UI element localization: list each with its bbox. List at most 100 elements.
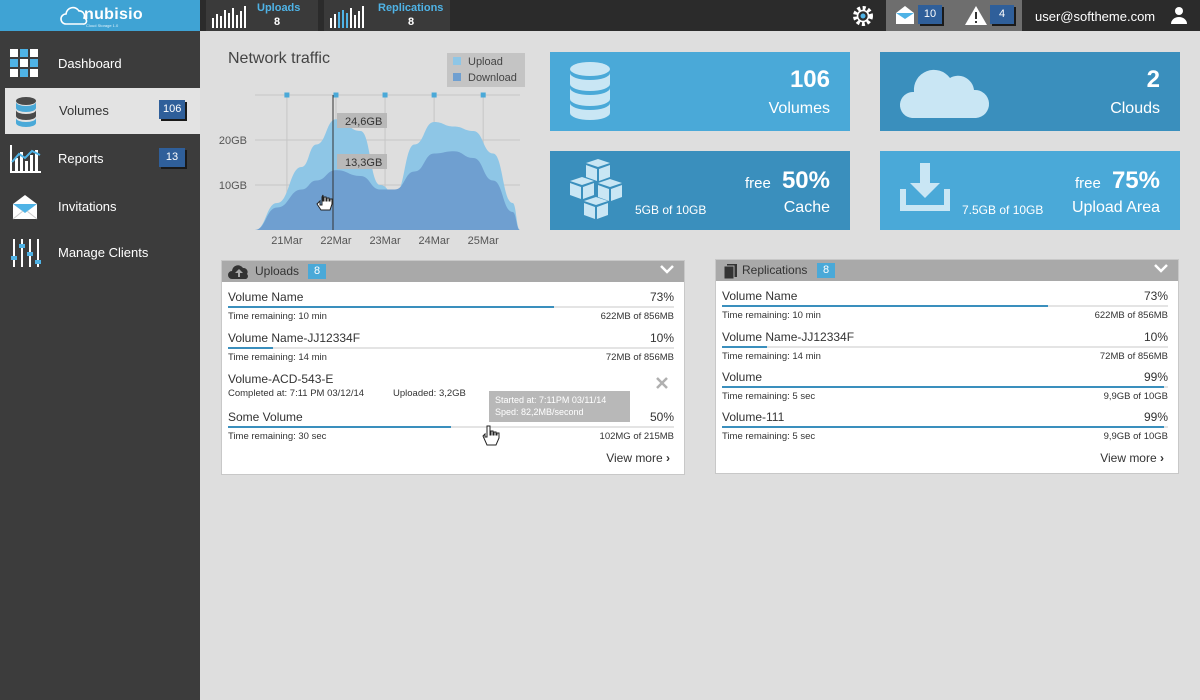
x-marker[interactable]	[382, 92, 388, 98]
x-tick-label: 23Mar	[369, 235, 401, 247]
row-name: Volume-ACD-543-E	[228, 372, 334, 386]
x-marker[interactable]	[284, 92, 290, 98]
row-time-remaining: Time remaining: 30 sec	[228, 431, 327, 442]
chevron-right-icon: ›	[666, 451, 670, 465]
legend-upload-label: Upload	[468, 56, 503, 68]
clouds-tile[interactable]: 2 Clouds	[880, 52, 1180, 131]
cubes-icon	[570, 159, 622, 219]
replication-row[interactable]: Volume 99% Time remaining: 5 sec 9,9GB o…	[722, 370, 1168, 410]
volumes-label: Volumes	[768, 100, 830, 117]
upload-area-tile[interactable]: free 75% 7.5GB of 10GB Upload Area	[880, 151, 1180, 230]
hand-cursor-icon	[482, 425, 500, 446]
brand-tagline: Cloud Storage 1.0	[86, 23, 119, 28]
replication-row[interactable]: Volume Name 73% Time remaining: 10 min 6…	[722, 289, 1168, 329]
row-time-remaining: Time remaining: 10 min	[722, 310, 821, 321]
row-name: Volume Name	[228, 290, 304, 304]
tooltip-started-at: Started at: 7:11PM 03/11/14	[495, 395, 607, 405]
logo[interactable]: nubisio Cloud Storage 1.0	[0, 0, 200, 31]
progress-track	[228, 426, 674, 428]
upload-area-detail: 7.5GB of 10GB	[962, 203, 1044, 217]
replications-label: Replications	[378, 2, 444, 14]
sidebar-item-reports[interactable]: Reports 13	[0, 136, 200, 182]
view-more-label: View more	[606, 451, 663, 465]
cache-tile[interactable]: free 50% 5GB of 10GB Cache	[550, 151, 850, 230]
alerts-badge[interactable]: 4	[990, 5, 1014, 24]
replications-panel: Replications 8 Volume Name 73% Time rema…	[715, 259, 1179, 474]
x-tick-label: 22Mar	[320, 235, 352, 247]
uploads-panel-header[interactable]: Uploads 8	[222, 261, 684, 282]
database-icon	[570, 62, 610, 120]
upload-area-percent: 75%	[1111, 167, 1160, 194]
row-percent: 73%	[649, 290, 674, 304]
row-size: 9,9GB of 10GB	[1103, 431, 1168, 442]
replications-indicator[interactable]: Replications 8	[324, 0, 450, 31]
replications-view-more-link[interactable]: View more ›	[1100, 451, 1164, 465]
row-time-remaining: Time remaining: 14 min	[722, 351, 821, 362]
replications-panel-title: Replications	[742, 263, 808, 277]
y-tick-label: 10GB	[219, 180, 247, 192]
row-time-remaining: Time remaining: 10 min	[228, 311, 327, 322]
x-marker[interactable]	[480, 92, 486, 98]
x-tick-label: 21Mar	[271, 235, 303, 247]
row-time-remaining: Time remaining: 5 sec	[722, 391, 816, 402]
volumes-count-badge: 106	[159, 100, 186, 119]
progress-fill	[722, 426, 1164, 428]
row-size: 622MB of 856MB	[600, 311, 674, 322]
chevron-down-icon[interactable]	[660, 265, 674, 275]
sliders-icon	[11, 239, 41, 267]
row-size: 9,9GB of 10GB	[1103, 391, 1168, 402]
messages-badge[interactable]: 10	[918, 5, 942, 24]
upload-row[interactable]: Volume Name-JJ12334F 10% Time remaining:…	[228, 331, 674, 371]
uploads-view-more-link[interactable]: View more ›	[606, 451, 670, 465]
uploads-count: 8	[274, 16, 281, 28]
sidebar-item-label: Dashboard	[58, 56, 122, 71]
sidebar-item-label: Reports	[58, 151, 104, 166]
notifications-area: 10 4	[886, 0, 1022, 31]
envelope-open-icon	[12, 195, 38, 220]
close-icon[interactable]	[656, 377, 668, 389]
row-percent: 73%	[1143, 289, 1168, 303]
sidebar-item-manage-clients[interactable]: Manage Clients	[0, 230, 200, 276]
row-percent: 99%	[1143, 370, 1168, 384]
volumes-tile[interactable]: 106 Volumes	[550, 52, 850, 131]
y-tick-label: 20GB	[219, 135, 247, 147]
upload-row[interactable]: Volume Name 73% Time remaining: 10 min 6…	[228, 290, 674, 330]
user-email[interactable]: user@softheme.com	[1035, 9, 1155, 24]
download-icon	[900, 163, 950, 211]
clouds-count: 2	[1146, 66, 1160, 93]
x-marker[interactable]	[333, 92, 339, 98]
uploads-bars-icon	[212, 6, 246, 28]
row-completed-at: Completed at: 7:11 PM 03/12/14	[228, 388, 365, 399]
upload-area-free-label: free	[1075, 175, 1101, 192]
row-name: Volume Name-JJ12334F	[228, 331, 361, 345]
warning-icon[interactable]	[964, 4, 988, 26]
tooltip-speed: Sped: 82,2MB/second	[495, 407, 584, 417]
cloud-icon	[899, 69, 990, 118]
progress-track	[722, 305, 1168, 307]
replications-panel-header[interactable]: Replications 8	[716, 260, 1178, 281]
uploads-indicator[interactable]: Uploads 8	[206, 0, 318, 31]
gear-icon[interactable]	[851, 4, 875, 28]
sidebar-item-volumes[interactable]: Volumes 106	[5, 88, 200, 134]
copy-icon	[723, 264, 737, 279]
network-traffic-chart[interactable]: Upload Download 21Mar 22Mar 23Mar 24Mar 25Ma…	[205, 45, 535, 255]
top-bar: nubisio Cloud Storage 1.0 Uploads 8 Repl…	[0, 0, 1200, 31]
download-callout-value: 13,3GB	[345, 157, 382, 169]
progress-track	[228, 347, 674, 349]
upload-tooltip: Started at: 7:11PM 03/11/14 Sped: 82,2MB…	[489, 391, 630, 422]
cache-free-label: free	[745, 175, 771, 192]
row-percent: 99%	[1143, 410, 1168, 424]
sidebar: Dashboard Volumes 106 Reports 13 Invitat…	[0, 31, 200, 700]
sidebar-item-invitations[interactable]: Invitations	[0, 184, 200, 230]
sidebar-item-dashboard[interactable]: Dashboard	[0, 41, 200, 87]
x-marker[interactable]	[431, 92, 437, 98]
cache-detail: 5GB of 10GB	[635, 203, 707, 217]
envelope-icon[interactable]	[894, 4, 916, 26]
row-name: Volume-111	[722, 410, 785, 424]
progress-track	[722, 426, 1168, 428]
row-percent: 50%	[649, 410, 674, 424]
replication-row[interactable]: Volume-111 99% Time remaining: 5 sec 9,9…	[722, 410, 1168, 450]
replication-row[interactable]: Volume Name-JJ12334F 10% Time remaining:…	[722, 330, 1168, 370]
chevron-down-icon[interactable]	[1154, 264, 1168, 274]
user-icon[interactable]	[1170, 6, 1188, 24]
